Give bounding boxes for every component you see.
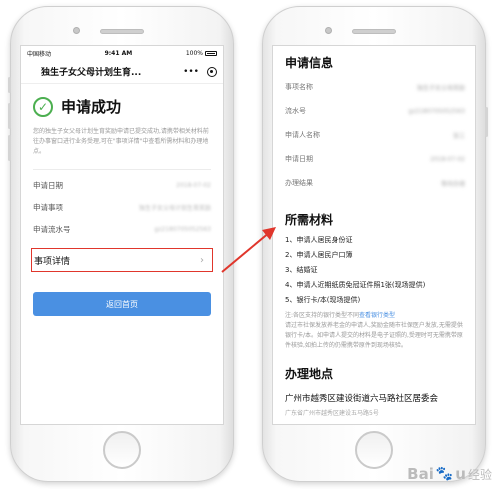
info-row-label: 申请流水号 [33,224,71,234]
info-row-value: 张三 [452,132,465,140]
battery-label: 100% [185,49,203,57]
application-info-title: 申请信息 [285,56,334,70]
note-body: 请过市社保发放养老金的申请人,奖励金随市社保医户发放,无需提供银行卡/本。如申请… [285,322,463,349]
status-bar: 中国移动 9:41 AM 100% [21,46,223,60]
power-button [485,107,488,137]
front-camera [73,27,80,34]
info-row-date: 申请日期 2018-07-02 [285,147,465,171]
info-row-label: 申请人名称 [285,131,320,139]
info-row-label: 流水号 [285,107,306,115]
battery-icon [205,50,217,56]
page-title: 独生子女父母计划生育... [41,68,142,78]
paw-icon: 🐾 [435,466,454,482]
volume-up-button [8,103,11,129]
clock: 9:41 AM [104,49,133,57]
service-address-detail: 广东省广州市越秀区建设五马路5号 [285,410,379,417]
materials-note: 注:各区支持的银行类型不同查看银行类型 请过市社保发放养老金的申请人,奖励金随市… [285,311,465,351]
required-materials-title: 所需材料 [285,213,334,227]
left-screen: 中国移动 9:41 AM 100% 独生子女父母计划生育... ••• ✓ 申请… [20,45,224,425]
info-row-value: 独生子女父母奖励 [416,84,465,92]
earpiece-speaker [352,29,396,34]
nav-bar: 独生子女父母计划生育... ••• [21,60,223,84]
info-row-item-name: 事项名称 独生子女父母奖励 [285,75,465,99]
check-circle-icon: ✓ [33,96,53,117]
right-screen: 申请信息 事项名称 独生子女父母奖励 流水号 gz2180705052563 申… [272,45,476,425]
info-row-applicant: 申请人名称 张三 [285,123,465,147]
item-details-label: 事项详情 [34,256,71,267]
info-row-serial: 申请流水号 gz2180705052563 [21,218,223,240]
right-phone: 申请信息 事项名称 独生子女父母奖励 流水号 gz2180705052563 申… [262,6,488,482]
info-row-label: 办理结果 [285,179,313,187]
back-to-home-button[interactable]: 返回首页 [33,292,211,316]
watermark-brand-end: u [455,465,466,483]
material-item: 5、银行卡/本(现场提供) [285,295,361,304]
home-button-hardware[interactable] [103,431,141,469]
material-item: 4、申请人近期纸质免冠证件照1张(现场提供) [285,280,426,289]
info-row-date: 申请日期 2018-07-02 [21,174,223,196]
divider [33,169,211,170]
volume-down-button [8,135,11,161]
service-location-title: 办理地点 [285,367,334,381]
info-row-value: 2018-07-02 [176,181,211,189]
service-address: 广州市越秀区建设街道六马路社区居委会 [285,394,439,404]
success-title: 申请成功 [61,98,122,116]
watermark-suffix: 经验 [467,467,492,482]
info-row-result: 办理结果 等待办理 [285,171,465,195]
success-header: ✓ 申请成功 [21,84,223,117]
home-button-hardware[interactable] [355,431,393,469]
baidu-watermark: Bai 🐾 u 经验 [407,465,492,483]
chevron-right-icon: › [200,254,204,266]
mute-switch [8,77,11,93]
info-row-label: 申请日期 [285,155,313,163]
bank-types-link[interactable]: 查看银行类型 [359,312,395,319]
earpiece-speaker [100,29,144,34]
watermark-brand: Bai [407,465,434,483]
info-row-label: 申请事项 [33,202,63,212]
item-details-link[interactable]: 事项详情 › [31,248,213,272]
info-row-value: gz2180705052563 [408,107,465,115]
info-row-label: 事项名称 [285,83,313,91]
material-item: 3、结婚证 [285,265,318,274]
left-phone: 中国移动 9:41 AM 100% 独生子女父母计划生育... ••• ✓ 申请… [8,6,234,482]
info-row-label: 申请日期 [33,180,63,190]
info-row-value: 2018-07-02 [430,155,465,163]
note-prefix: 注:各区支持的银行类型不同 [285,312,360,319]
info-row-value: 独生子女父母计划生育奖励 [138,204,211,212]
material-item: 2、申请人居民户口簿 [285,250,353,259]
miniprogram-capsule: ••• [183,66,217,77]
battery-indicator: 100% [186,50,217,57]
info-row-value: 等待办理 [440,180,465,188]
success-description: 您的独生子女父母计划生育奖励申请已提交成功,请携带相关材料前往办事窗口进行业务受… [33,128,209,155]
carrier-label: 中国移动 [27,50,52,58]
info-row-value: gz2180705052563 [154,225,211,233]
front-camera [325,27,332,34]
material-item: 1、申请人居民身份证 [285,235,353,244]
info-row-serial: 流水号 gz2180705052563 [285,99,465,123]
more-icon[interactable]: ••• [183,67,199,77]
close-target-icon[interactable] [207,66,217,77]
info-row-item: 申请事项 独生子女父母计划生育奖励 [21,196,223,218]
